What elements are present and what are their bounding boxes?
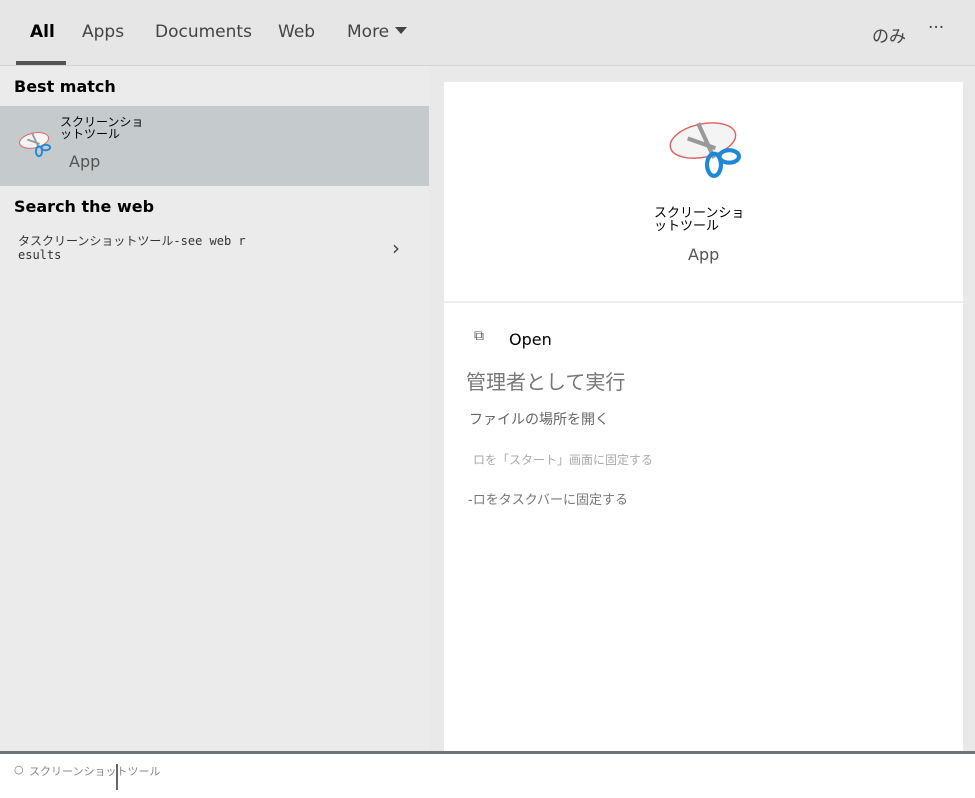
open-action[interactable]: Open — [509, 330, 552, 349]
search-box[interactable]: ○ スクリーンショットツール — [0, 751, 975, 798]
account-button[interactable]: のみ — [872, 22, 906, 47]
open-file-location-action[interactable]: ファイルの場所を開く — [469, 409, 609, 429]
preview-name: スクリーンショ ットツール — [654, 207, 744, 233]
pin-to-start-action[interactable]: ロを「スタート」画面に固定する — [473, 451, 653, 468]
search-input[interactable]: スクリーンショットツール — [29, 763, 160, 779]
best-match-header: Best match — [14, 77, 116, 96]
preview-type: App — [688, 245, 720, 264]
divider — [444, 301, 963, 303]
search-web-header: Search the web — [14, 197, 155, 216]
more-options-button[interactable]: ··· — [928, 18, 944, 38]
web-result-line-1: タスクリーンショットツール-see web r — [18, 234, 246, 248]
best-match-name: スクリーンショ ットツール — [60, 116, 143, 140]
web-result-item[interactable]: タスクリーンショットツール-see web r esults › — [0, 228, 429, 268]
tab-apps[interactable]: Apps — [82, 22, 124, 42]
tab-bar: All Apps Documents Web More のみ ··· — [0, 0, 975, 66]
run-as-admin-action[interactable]: 管理者として実行 — [466, 366, 625, 395]
name-line-2: ットツール — [60, 127, 121, 141]
preview-name-line-2: ットツール — [654, 219, 720, 234]
best-match-type: App — [69, 152, 101, 171]
tab-all[interactable]: All — [30, 22, 55, 42]
tab-more-label: More — [347, 22, 390, 42]
search-icon: ○ — [14, 763, 24, 776]
chevron-right-icon: › — [392, 236, 400, 260]
tab-documents[interactable]: Documents — [155, 22, 252, 42]
best-match-item[interactable]: スクリーンショ ットツール App — [0, 106, 429, 186]
active-tab-indicator — [16, 61, 66, 65]
pin-to-taskbar-action[interactable]: -ロをタスクバーに固定する — [468, 489, 628, 508]
tab-web[interactable]: Web — [278, 22, 315, 42]
chevron-down-icon — [395, 27, 408, 34]
open-icon: ⧉ — [474, 328, 484, 344]
snipping-tool-icon — [19, 132, 52, 158]
text-cursor — [116, 764, 118, 790]
web-result-line-2: esults — [18, 248, 62, 262]
snipping-tool-large-icon — [669, 122, 741, 178]
tab-more[interactable]: More — [347, 22, 408, 42]
